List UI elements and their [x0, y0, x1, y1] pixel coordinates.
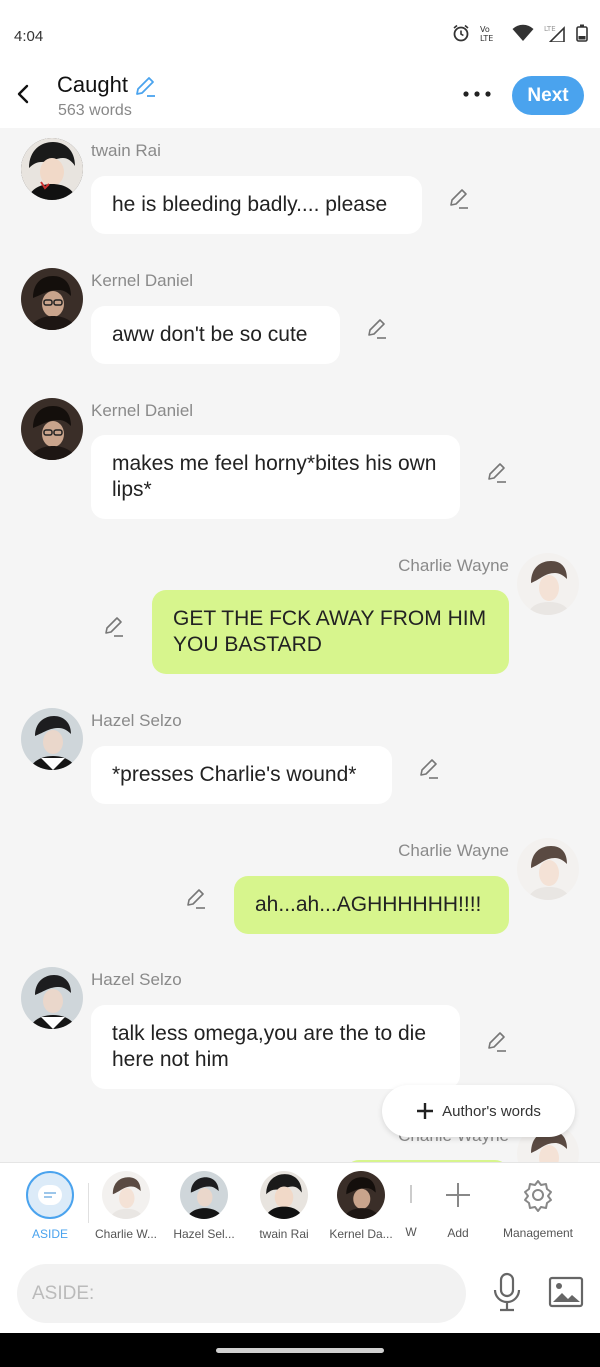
character-label: Charlie W...: [94, 1227, 157, 1241]
avatar-charlie-wayne[interactable]: [517, 838, 579, 900]
author-words-label: Author's words: [442, 1102, 541, 1120]
alarm-icon: [453, 24, 469, 42]
sender-name: Kernel Daniel: [91, 401, 194, 420]
avatar-twain-rai: [260, 1171, 308, 1219]
sender-name: Charlie Wayne: [398, 556, 509, 575]
word-count: 563 words: [58, 102, 132, 119]
plus-icon: [446, 1183, 470, 1207]
image-icon[interactable]: [548, 1276, 584, 1308]
avatar-charlie-wayne: [102, 1171, 150, 1219]
add-character-button[interactable]: Add: [418, 1171, 498, 1240]
svg-text:LTE: LTE: [480, 34, 493, 42]
avatar-hazel-selzo: [180, 1171, 228, 1219]
character-label: ASIDE: [31, 1227, 68, 1241]
management-button[interactable]: Management: [496, 1171, 580, 1240]
wifi-icon: [512, 24, 534, 41]
aside-input[interactable]: [17, 1264, 466, 1323]
status-time: 4:04: [14, 28, 44, 45]
sender-name: Charlie Wayne: [398, 841, 509, 860]
message-bubble[interactable]: GET THE FCK AWAY FROM HIM YOU BASTARD: [152, 590, 509, 674]
system-nav-bar: [0, 1333, 600, 1367]
add-label: Add: [447, 1226, 469, 1240]
plus-icon: [417, 1103, 434, 1119]
sender-name: Hazel Selzo: [91, 711, 182, 730]
edit-message-pencil-icon[interactable]: [417, 756, 441, 780]
message-bubble[interactable]: *presses Charlie's wound*: [91, 746, 392, 804]
character-charlie-wayne[interactable]: Charlie W...: [86, 1171, 166, 1241]
aside-icon: [26, 1171, 74, 1219]
avatar-kernel-daniel[interactable]: [21, 268, 83, 330]
edit-message-pencil-icon[interactable]: [184, 886, 208, 910]
gear-icon: [524, 1180, 552, 1212]
character-twain-rai[interactable]: twain Rai: [244, 1171, 324, 1241]
message-bubble[interactable]: makes me feel horny*bites his own lips*: [91, 435, 460, 519]
svg-text:Vo: Vo: [480, 25, 490, 34]
sender-name: Hazel Selzo: [91, 970, 182, 989]
input-area: [0, 1254, 600, 1333]
character-hazel-selzo[interactable]: Hazel Sel...: [164, 1171, 244, 1241]
sender-name: twain Rai: [91, 141, 161, 160]
sender-name: Kernel Daniel: [91, 271, 194, 290]
character-aside[interactable]: ASIDE: [10, 1171, 90, 1241]
message-bubble[interactable]: ah...ah...AGHHHHHH!!!!: [234, 876, 509, 934]
microphone-icon[interactable]: [490, 1272, 524, 1312]
edit-message-pencil-icon[interactable]: [102, 614, 126, 638]
signal-icon: LTE: [544, 25, 565, 42]
message-bubble[interactable]: talk less omega,you are the to die here …: [91, 1005, 460, 1089]
message-item: twain Rai he is bleeding badly.... pleas…: [0, 128, 600, 248]
avatar-twain-rai[interactable]: [21, 138, 83, 200]
message-item: Hazel Selzo *presses Charlie's wound*: [0, 698, 600, 818]
edit-message-pencil-icon[interactable]: [365, 316, 389, 340]
home-indicator[interactable]: [216, 1348, 384, 1353]
volte-icon: VoLTE: [480, 25, 493, 42]
character-label: twain Rai: [259, 1227, 309, 1241]
more-options-icon[interactable]: [460, 84, 494, 104]
character-label: Kernel Da...: [329, 1227, 393, 1241]
avatar-hazel-selzo[interactable]: [21, 708, 83, 770]
avatar-hazel-selzo[interactable]: [21, 967, 83, 1029]
edit-message-pencil-icon[interactable]: [447, 186, 471, 210]
character-bar: ASIDE Charlie W... Hazel Sel... twain Ra…: [0, 1162, 600, 1254]
avatar-charlie-wayne[interactable]: [517, 553, 579, 615]
character-label: Hazel Sel...: [173, 1227, 235, 1241]
battery-icon: [576, 24, 588, 42]
app-header: Caught 563 words Next: [0, 70, 600, 128]
message-item: Kernel Daniel makes me feel horny*bites …: [0, 388, 600, 528]
message-item: Kernel Daniel aww don't be so cute: [0, 258, 600, 378]
status-icons: Vo LTE LTE: [452, 24, 588, 42]
edit-title-pencil-icon[interactable]: [133, 74, 157, 98]
avatar-kernel-daniel: [337, 1171, 385, 1219]
story-title: Caught: [57, 72, 128, 97]
message-item: Hazel Selzo talk less omega,you are the …: [0, 958, 600, 1098]
management-label: Management: [502, 1226, 574, 1240]
message-item: Charlie Wayne GET THE FCK AWAY FROM HIM …: [0, 543, 600, 683]
back-arrow-icon[interactable]: [12, 82, 36, 106]
message-bubble[interactable]: he is bleeding badly.... please: [91, 176, 422, 234]
message-item: Charlie Wayne ah...ah...AGHHHHHH!!!!: [0, 828, 600, 948]
svg-text:LTE: LTE: [544, 25, 556, 33]
status-bar: 4:04 Vo LTE LTE: [0, 0, 600, 70]
message-bubble[interactable]: aww don't be so cute: [91, 306, 340, 364]
edit-message-pencil-icon[interactable]: [485, 460, 509, 484]
avatar-partial: [410, 1185, 412, 1203]
chat-area[interactable]: twain Rai he is bleeding badly.... pleas…: [0, 128, 600, 1162]
author-words-button[interactable]: Author's words: [382, 1085, 575, 1137]
next-button[interactable]: Next: [512, 76, 584, 115]
character-kernel-daniel[interactable]: Kernel Da...: [321, 1171, 401, 1241]
avatar-kernel-daniel[interactable]: [21, 398, 83, 460]
edit-message-pencil-icon[interactable]: [485, 1029, 509, 1053]
